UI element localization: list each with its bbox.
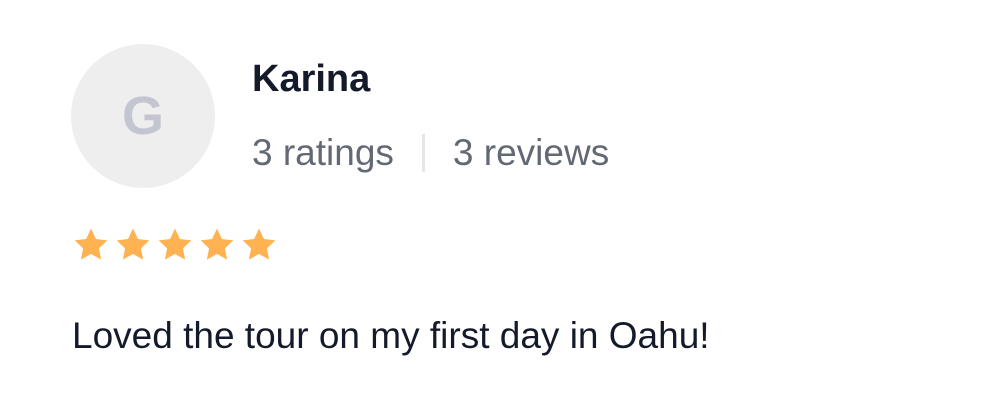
star-icon [200, 228, 234, 260]
star-icon [242, 228, 276, 260]
star-icon [116, 228, 150, 260]
reviewer-stats: 3 ratings 3 reviews [252, 130, 609, 176]
avatar-initial: G [121, 86, 164, 146]
review-card: G Karina 3 ratings 3 reviews Loved the t… [0, 0, 1008, 411]
star-icon [158, 228, 192, 260]
star-rating [72, 224, 282, 266]
star-icon [74, 228, 108, 260]
reviews-count: 3 reviews [452, 132, 610, 173]
avatar: G [71, 44, 215, 188]
stats-divider [421, 134, 425, 172]
ratings-count: 3 ratings [252, 132, 394, 173]
reviewer-name: Karina [252, 58, 371, 100]
review-text: Loved the tour on my first day in Oahu! [72, 315, 710, 356]
